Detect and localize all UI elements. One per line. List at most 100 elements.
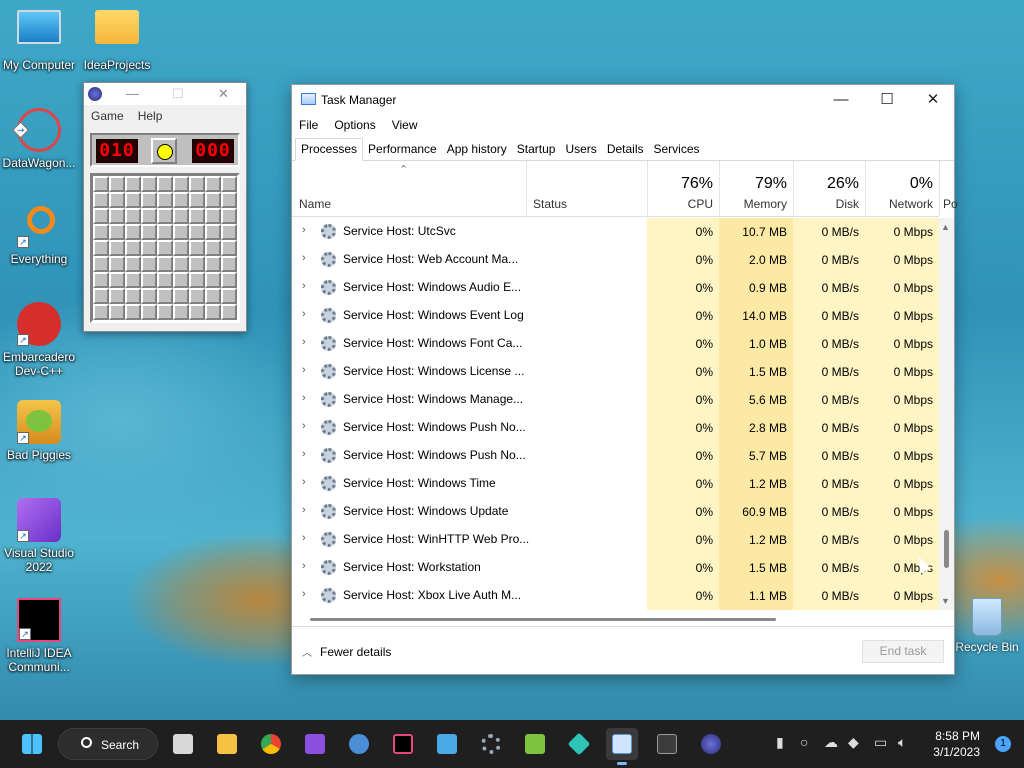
- mine-cell[interactable]: [189, 240, 205, 256]
- volume-icon[interactable]: 🔈︎: [898, 734, 906, 751]
- terminal-button[interactable]: [651, 728, 683, 760]
- mine-cell[interactable]: [93, 304, 109, 320]
- mine-cell[interactable]: [205, 192, 221, 208]
- menu-options[interactable]: Options: [334, 118, 375, 132]
- mine-cell[interactable]: [125, 288, 141, 304]
- scroll-thumb[interactable]: [944, 530, 949, 568]
- tab-users[interactable]: Users: [560, 142, 601, 160]
- mine-cell[interactable]: [205, 224, 221, 240]
- notification-badge[interactable]: 1: [995, 736, 1011, 752]
- desktop-icon-bad-piggies[interactable]: ↗ Bad Piggies: [0, 400, 78, 462]
- visual-studio-button[interactable]: [299, 728, 331, 760]
- mine-cell[interactable]: [205, 240, 221, 256]
- notepad-button[interactable]: [431, 728, 463, 760]
- mine-cell[interactable]: [93, 256, 109, 272]
- mine-cell[interactable]: [157, 192, 173, 208]
- mine-cell[interactable]: [189, 288, 205, 304]
- mine-cell[interactable]: [93, 272, 109, 288]
- mine-cell[interactable]: [125, 304, 141, 320]
- close-button[interactable]: ✕: [218, 86, 229, 102]
- mine-cell[interactable]: [109, 256, 125, 272]
- mine-cell[interactable]: [125, 224, 141, 240]
- menu-help[interactable]: Help: [138, 109, 163, 123]
- tab-performance[interactable]: Performance: [363, 142, 442, 160]
- scroll-down-icon[interactable]: ▼: [941, 596, 950, 606]
- mine-cell[interactable]: [109, 288, 125, 304]
- expand-chevron-icon[interactable]: ›: [302, 532, 306, 544]
- mine-cell[interactable]: [205, 256, 221, 272]
- desktop-icon-visual-studio[interactable]: ↗ Visual Studio 2022: [0, 498, 78, 574]
- task-manager-title-bar[interactable]: Task Manager — ☐ ✕: [292, 85, 954, 115]
- column-name[interactable]: ⌃ Name: [292, 161, 526, 216]
- horizontal-scroll-thumb[interactable]: [310, 618, 776, 621]
- mine-cell[interactable]: [221, 176, 237, 192]
- mine-cell[interactable]: [109, 240, 125, 256]
- tab-app-history[interactable]: App history: [442, 142, 512, 160]
- mine-cell[interactable]: [125, 272, 141, 288]
- process-row[interactable]: › Service Host: WinHTTP Web Pro... 0% 1.2 M…: [292, 526, 939, 554]
- expand-chevron-icon[interactable]: ›: [302, 420, 306, 432]
- mine-cell[interactable]: [109, 208, 125, 224]
- mine-cell[interactable]: [189, 256, 205, 272]
- expand-chevron-icon[interactable]: ›: [302, 476, 306, 488]
- expand-chevron-icon[interactable]: ›: [302, 448, 306, 460]
- mine-cell[interactable]: [93, 224, 109, 240]
- column-disk[interactable]: 26% Disk: [793, 161, 865, 216]
- expand-chevron-icon[interactable]: ›: [302, 280, 306, 292]
- mine-cell[interactable]: [189, 272, 205, 288]
- mine-cell[interactable]: [141, 304, 157, 320]
- mine-cell[interactable]: [221, 224, 237, 240]
- mine-cell[interactable]: [157, 240, 173, 256]
- close-button[interactable]: ✕: [910, 85, 956, 115]
- expand-chevron-icon[interactable]: ›: [302, 224, 306, 236]
- mine-cell[interactable]: [173, 224, 189, 240]
- scroll-up-icon[interactable]: ▲: [941, 222, 950, 232]
- process-row[interactable]: › Service Host: Windows License ... 0% 1.5 …: [292, 358, 939, 386]
- column-power[interactable]: Po: [939, 161, 958, 216]
- tab-processes[interactable]: Processes: [295, 138, 364, 161]
- horizontal-scrollbar[interactable]: [292, 611, 939, 625]
- process-row[interactable]: › Service Host: Windows Manage... 0% 5.6 MB…: [292, 386, 939, 414]
- file-explorer-button[interactable]: [211, 728, 243, 760]
- security-shield-icon[interactable]: ◆: [848, 734, 859, 751]
- minefield-grid[interactable]: [90, 173, 240, 323]
- menu-game[interactable]: Game: [91, 109, 124, 123]
- expand-chevron-icon[interactable]: ›: [302, 252, 306, 264]
- everything-tray-icon[interactable]: ○: [800, 734, 808, 750]
- process-row[interactable]: › Service Host: UtcSvc 0% 10.7 MB 0 MB/s 0 Mb…: [292, 218, 939, 246]
- mine-cell[interactable]: [173, 256, 189, 272]
- expand-chevron-icon[interactable]: ›: [302, 504, 306, 516]
- smiley-reset-button[interactable]: [151, 138, 177, 164]
- mine-cell[interactable]: [173, 176, 189, 192]
- start-button[interactable]: [16, 728, 48, 760]
- mine-cell[interactable]: [173, 304, 189, 320]
- process-row[interactable]: › Service Host: Windows Push No... 0% 2.8 M…: [292, 414, 939, 442]
- mine-cell[interactable]: [189, 176, 205, 192]
- column-memory[interactable]: 79% Memory: [719, 161, 793, 216]
- expand-chevron-icon[interactable]: ›: [302, 588, 306, 600]
- app-button[interactable]: [563, 728, 595, 760]
- mine-cell[interactable]: [109, 224, 125, 240]
- mine-cell[interactable]: [221, 240, 237, 256]
- mine-cell[interactable]: [157, 256, 173, 272]
- desktop-icon-recycle-bin[interactable]: Recycle Bin: [950, 598, 1024, 654]
- mine-cell[interactable]: [189, 192, 205, 208]
- mine-cell[interactable]: [109, 304, 125, 320]
- mine-cell[interactable]: [205, 288, 221, 304]
- mine-cell[interactable]: [221, 288, 237, 304]
- menu-view[interactable]: View: [392, 118, 418, 132]
- search-box[interactable]: Search: [58, 728, 158, 760]
- mine-cell[interactable]: [157, 304, 173, 320]
- mine-cell[interactable]: [173, 240, 189, 256]
- process-row[interactable]: › Service Host: Windows Font Ca... 0% 1.0 M…: [292, 330, 939, 358]
- minesweeper-title-bar[interactable]: — ☐ ✕: [84, 83, 246, 105]
- intellij-button[interactable]: [387, 728, 419, 760]
- maximize-button[interactable]: ☐: [864, 85, 910, 115]
- process-row[interactable]: › Service Host: Windows Audio E... 0% 0.9 M…: [292, 274, 939, 302]
- end-task-button[interactable]: End task: [862, 640, 944, 663]
- mine-cell[interactable]: [205, 272, 221, 288]
- expand-chevron-icon[interactable]: ›: [302, 560, 306, 572]
- desktop-icon-ideaprojects[interactable]: IdeaProjects: [78, 10, 156, 72]
- expand-chevron-icon[interactable]: ›: [302, 392, 306, 404]
- mine-cell[interactable]: [141, 240, 157, 256]
